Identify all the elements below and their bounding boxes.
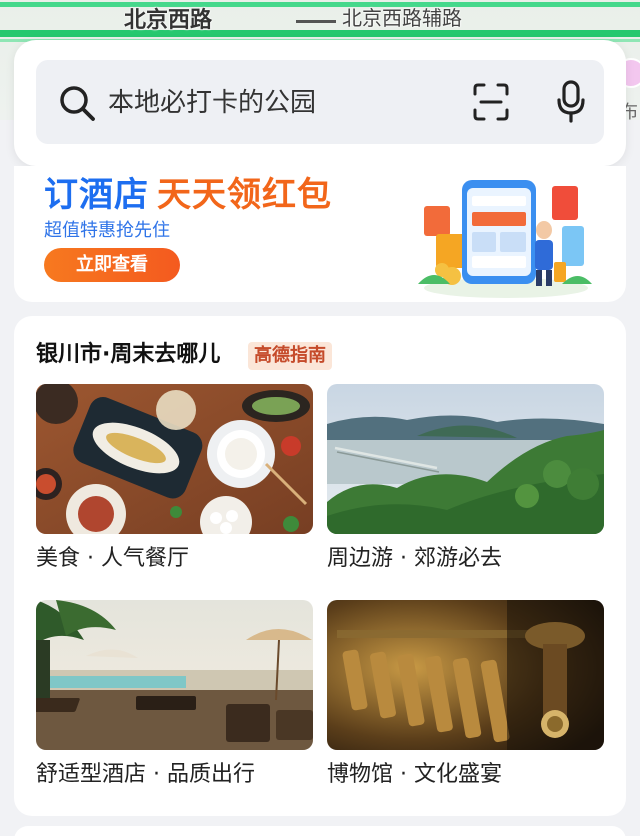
map-road-marker xyxy=(296,20,336,23)
resort-pool-photo xyxy=(36,600,313,750)
map-road-label: 北京西路 xyxy=(124,8,213,33)
gaode-guide-badge: 高德指南 xyxy=(248,342,332,370)
hotel-phone-illustration xyxy=(418,180,592,298)
guide-tile-hotel[interactable]: 舒适型酒店 · 品质出行 xyxy=(36,600,313,790)
scan-icon[interactable] xyxy=(472,82,510,122)
hotel-promo-banner[interactable]: 订酒店 天天领红包 超值特惠抢先住 立即查看 xyxy=(14,166,626,302)
next-card-peek xyxy=(14,826,626,836)
tile-label: 舒适型酒店 · 品质出行 xyxy=(36,762,255,787)
search-icon xyxy=(60,86,95,121)
view-now-button[interactable]: 立即查看 xyxy=(44,248,180,282)
guide-tile-suburban-trip[interactable]: 周边游 · 郊游必去 xyxy=(327,384,604,574)
guide-title: 银川市·周末去哪儿 xyxy=(36,342,221,367)
banner-title-redpacket: 天天领红包 xyxy=(157,175,332,215)
banner-subtitle: 超值特惠抢先住 xyxy=(44,220,170,241)
lake-bridge-photo xyxy=(327,384,604,534)
map-road-label: 北京西路辅路 xyxy=(342,6,462,30)
microphone-icon[interactable] xyxy=(556,80,586,124)
museum-artifacts-photo xyxy=(327,600,604,750)
tile-label: 周边游 · 郊游必去 xyxy=(327,546,502,571)
map-road xyxy=(0,2,640,7)
banner-title: 订酒店 天天领红包 xyxy=(44,174,332,216)
tile-label: 美食 · 人气餐厅 xyxy=(36,546,189,571)
search-placeholder: 本地必打卡的公园 xyxy=(108,88,317,118)
guide-tile-museum[interactable]: 博物馆 · 文化盛宴 xyxy=(327,600,604,790)
weekend-guide-card: 银川市·周末去哪儿 高德指南 美食 · 人气餐厅 周边游 · 郊游必去 舒适型酒… xyxy=(14,316,626,816)
banner-title-hotel: 订酒店 xyxy=(44,175,149,215)
guide-tile-food[interactable]: 美食 · 人气餐厅 xyxy=(36,384,313,574)
tile-label: 博物馆 · 文化盛宴 xyxy=(327,762,502,787)
food-table-photo xyxy=(36,384,313,534)
search-input[interactable]: 本地必打卡的公园 xyxy=(36,60,604,144)
search-panel: 本地必打卡的公园 xyxy=(14,40,626,166)
map-road xyxy=(0,30,640,37)
